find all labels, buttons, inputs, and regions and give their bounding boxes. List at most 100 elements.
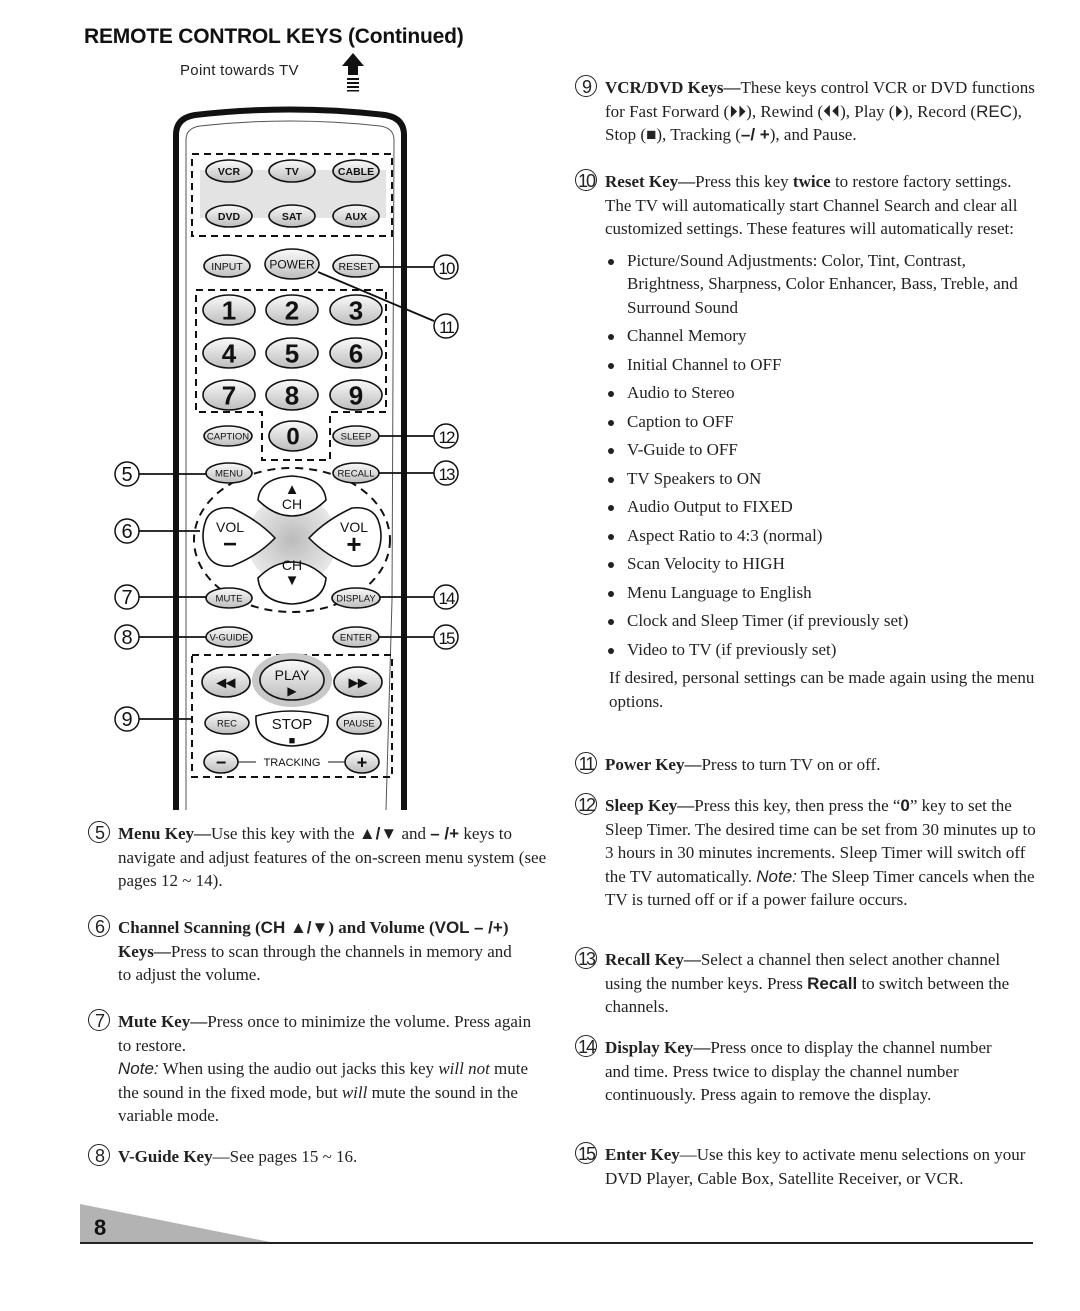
mute-key[interactable]: MUTE: [205, 587, 253, 609]
svg-text:V-GUIDE: V-GUIDE: [209, 632, 248, 643]
recall-key-symbol: Recall: [807, 973, 858, 993]
rewind-key[interactable]: ◀◀: [201, 666, 251, 698]
number-key-5[interactable]: 5: [265, 337, 319, 369]
list-item: TV Speakers to ON: [605, 467, 1040, 491]
svg-text:+: +: [357, 752, 368, 772]
text: Record (: [917, 101, 977, 121]
svg-text:CAPTION: CAPTION: [207, 431, 249, 442]
callout-number: 13: [439, 465, 455, 484]
mode-key-tv[interactable]: TV: [268, 159, 316, 183]
list-item: Caption to OFF: [605, 410, 1040, 434]
svg-text:3: 3: [349, 295, 363, 325]
ch-label: CH: [282, 557, 302, 573]
section-channel-volume-keys: 6 Channel Scanning (CH ▲/▼) and Volume (…: [88, 915, 518, 987]
number-key-1[interactable]: 1: [202, 294, 256, 326]
svg-text:▶▶: ▶▶: [348, 675, 368, 689]
page-number: 8: [94, 1215, 107, 1240]
list-item: Scan Velocity to HIGH: [605, 552, 1040, 576]
play-key[interactable]: PLAY▶: [259, 659, 325, 701]
section-title: Enter Key: [605, 1145, 680, 1164]
mode-key-cable[interactable]: CABLE: [332, 159, 380, 183]
emphasis: will not: [438, 1059, 490, 1078]
section-title: Display Key: [605, 1038, 694, 1057]
callout-number: 14: [439, 589, 455, 608]
number-key-4[interactable]: 4: [202, 337, 256, 369]
reset-key[interactable]: RESET: [332, 254, 380, 278]
reset-features-list: Picture/Sound Adjustments: Color, Tint, …: [605, 249, 1040, 662]
svg-text:POWER: POWER: [269, 257, 315, 271]
list-item: Video to TV (if previously set): [605, 638, 1040, 662]
mode-key-vcr[interactable]: VCR: [205, 159, 253, 183]
svg-text:ENTER: ENTER: [340, 632, 372, 643]
mode-key-sat[interactable]: SAT: [268, 204, 316, 228]
page-tab-shape: [80, 1204, 270, 1242]
sleep-key[interactable]: SLEEP: [332, 425, 380, 447]
callout-number: 8: [88, 1144, 110, 1166]
text: and: [397, 824, 431, 843]
list-item: V-Guide to OFF: [605, 438, 1040, 462]
number-key-0[interactable]: 0: [268, 420, 318, 452]
list-item: Menu Language to English: [605, 581, 1040, 605]
callout-number: 12: [439, 428, 455, 447]
number-key-7[interactable]: 7: [202, 379, 256, 411]
mode-key-aux[interactable]: AUX: [332, 204, 380, 228]
tracking-plus-key[interactable]: +: [344, 750, 380, 774]
caption-key[interactable]: CAPTION: [203, 425, 253, 447]
section-vguide-key: 8 V-Guide Key—See pages 15 ~ 16.: [88, 1144, 538, 1169]
pause-key[interactable]: PAUSE: [336, 711, 382, 735]
number-key-3[interactable]: 3: [329, 294, 383, 326]
list-item: Clock and Sleep Timer (if previously set…: [605, 609, 1040, 633]
svg-text:INPUT: INPUT: [211, 261, 243, 273]
arrow-up-icon: [342, 53, 364, 92]
svg-text:9: 9: [349, 380, 363, 410]
input-key[interactable]: INPUT: [203, 254, 251, 278]
section-reset-key: 10 Reset Key—Press this key twice to res…: [575, 169, 1040, 713]
enter-key[interactable]: ENTER: [332, 626, 380, 648]
vguide-key[interactable]: V-GUIDE: [205, 626, 253, 648]
stop-label: STOP: [272, 716, 313, 733]
callout-number: 6: [88, 915, 110, 937]
recall-key[interactable]: RECALL: [332, 462, 380, 484]
section-title: V-Guide Key: [118, 1147, 213, 1166]
minus-icon: −: [223, 531, 237, 558]
display-key[interactable]: DISPLAY: [331, 587, 381, 609]
number-key-2[interactable]: 2: [265, 294, 319, 326]
play-icon: ▶: [287, 684, 297, 698]
svg-text:AUX: AUX: [345, 211, 367, 223]
list-item: Channel Memory: [605, 324, 1040, 348]
section-sleep-key: 12 Sleep Key—Press this key, then press …: [575, 793, 1040, 912]
mode-key-dvd[interactable]: DVD: [205, 204, 253, 228]
svg-text:DVD: DVD: [218, 211, 241, 223]
callout-number: 6: [121, 521, 132, 543]
plus-icon: +: [346, 529, 361, 559]
section-title: Menu Key: [118, 824, 195, 843]
ch-label: CH: [282, 496, 302, 512]
menu-key[interactable]: MENU: [205, 462, 253, 484]
callout-number: 10: [439, 259, 455, 278]
tracking-label: TRACKING: [264, 757, 321, 769]
callout-number: 13: [575, 947, 597, 969]
svg-text:7: 7: [222, 380, 236, 410]
svg-text:TV: TV: [285, 166, 298, 178]
number-key-6[interactable]: 6: [329, 337, 383, 369]
text: ), and Pause.: [769, 125, 857, 144]
play-label: PLAY: [275, 667, 310, 683]
fast-forward-key[interactable]: ▶▶: [333, 666, 383, 698]
callout-number: 11: [575, 752, 597, 774]
number-key-9[interactable]: 9: [329, 379, 383, 411]
power-key[interactable]: POWER: [264, 248, 320, 280]
zero-key-symbol: 0: [900, 796, 910, 815]
down-triangle-icon: ▼: [285, 572, 300, 589]
svg-text:2: 2: [285, 295, 299, 325]
svg-text:5: 5: [285, 338, 299, 368]
svg-text:4: 4: [222, 338, 237, 368]
section-power-key: 11 Power Key—Press to turn TV on or off.: [575, 752, 1040, 777]
svg-text:−: −: [216, 752, 227, 772]
svg-text:SLEEP: SLEEP: [341, 431, 372, 442]
rec-key[interactable]: REC: [204, 711, 250, 735]
number-key-8[interactable]: 8: [265, 379, 319, 411]
section-title: VCR/DVD Keys: [605, 78, 724, 97]
text: Press this key: [695, 172, 793, 191]
text: See pages 15 ~ 16.: [229, 1147, 358, 1166]
tracking-minus-key[interactable]: −: [203, 750, 239, 774]
